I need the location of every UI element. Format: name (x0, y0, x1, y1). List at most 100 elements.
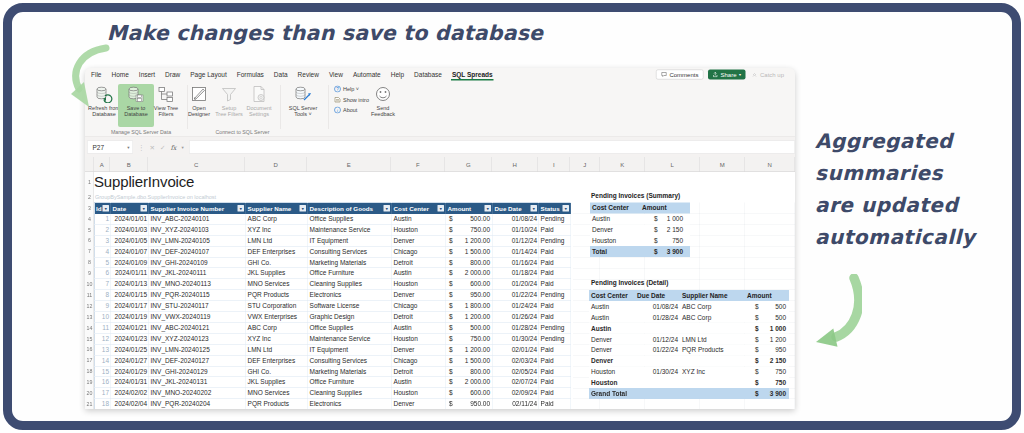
ribbon-button-help[interactable]: ?Help ˅ (334, 85, 369, 93)
column-header-N[interactable]: N (745, 157, 795, 172)
column-header-I[interactable]: I (538, 157, 570, 172)
catch-up-button[interactable]: Catch up (750, 70, 786, 80)
detail-table: Cost CenterDue DateSupplier NameAmountAu… (589, 290, 789, 399)
column-header-L[interactable]: L (645, 157, 700, 172)
ribbon-button-showintro[interactable]: Show intro (334, 96, 369, 104)
invoice-row[interactable]: 22024/01/03INV_XYZ-20240103XYZ IncMainte… (94, 224, 571, 235)
ribbon-tab-insert[interactable]: Insert (134, 68, 160, 81)
comments-button[interactable]: Comments (656, 70, 704, 80)
catch-up-icon (752, 72, 758, 78)
filter-dropdown-icon[interactable]: ▾ (438, 205, 445, 212)
row-number[interactable]: 17 (85, 355, 94, 366)
ribbon-tab-draw[interactable]: Draw (160, 68, 185, 81)
row-number[interactable]: 9 (85, 268, 94, 279)
column-header-F[interactable]: F (391, 157, 445, 172)
ribbon-button-feedback[interactable]: SendFeedback (365, 84, 401, 127)
row-number[interactable]: 10 (85, 279, 94, 290)
filter-dropdown-icon[interactable]: ▾ (103, 205, 110, 212)
row-number[interactable]: 14 (85, 322, 94, 333)
invoice-row[interactable]: 32024/01/05INV_LMN-20240105LMN LtdIT Equ… (94, 235, 571, 246)
ribbon-tab-data[interactable]: Data (269, 68, 293, 81)
invoice-row[interactable]: 152024/01/29INV_GHI-20240129GHI Co.Marke… (94, 366, 571, 377)
filter-dropdown-icon[interactable]: ▾ (563, 205, 570, 212)
filter-dropdown-icon[interactable]: ▾ (485, 205, 492, 212)
ribbon-tab-review[interactable]: Review (293, 68, 324, 81)
ribbon-tab-page-layout[interactable]: Page Layout (185, 68, 232, 81)
column-header-E[interactable]: E (307, 157, 391, 172)
invoice-row[interactable]: 92024/01/17INV_STU-20240117STU Corporati… (94, 301, 571, 312)
column-header-B[interactable]: B (110, 157, 148, 172)
ribbon-tab-view[interactable]: View (324, 68, 348, 81)
ribbon-button-about[interactable]: iAbout (334, 106, 369, 114)
invoice-row[interactable]: 72024/01/13INV_MNO-20240113MNO ServicesC… (94, 279, 571, 290)
ribbon-tab-formulas[interactable]: Formulas (232, 68, 269, 81)
row-number[interactable]: 6 (85, 235, 94, 246)
ribbon-tabs-bar: FileHomeInsertDrawPage LayoutFormulasDat… (85, 68, 795, 81)
row-number[interactable]: 8 (85, 257, 94, 268)
column-header-G[interactable]: G (445, 157, 492, 172)
ribbon-tab-database[interactable]: Database (409, 68, 447, 81)
chevron-down-icon: ▾ (739, 72, 741, 77)
invoice-row[interactable]: 82024/01/15INV_PQR-20240115PQR ProductsE… (94, 290, 571, 301)
intro-icon (334, 96, 341, 103)
row-number[interactable]: 11 (85, 290, 94, 301)
invoice-row[interactable]: 12024/01/01INV_ABC-20240101ABC CorpOffic… (94, 214, 571, 225)
invoice-row[interactable]: 142024/01/27INV_DEF-20240127DEF Enterpri… (94, 355, 571, 366)
filter-dropdown-icon[interactable]: ▾ (238, 205, 245, 212)
column-header-A[interactable]: A (94, 157, 110, 172)
row-number[interactable]: 18 (85, 366, 94, 377)
row-number[interactable]: 4 (85, 213, 94, 224)
row-number[interactable]: 13 (85, 312, 94, 323)
filter-dropdown-icon[interactable]: ▾ (300, 205, 307, 212)
column-header-K[interactable]: K (600, 157, 645, 172)
invoice-row[interactable]: 122024/01/23INV_XYZ-20240123XYZ IncMaint… (94, 333, 571, 344)
invoice-row[interactable]: 42024/01/07INV_DEF-20240107DEF Enterpris… (94, 246, 571, 257)
sheet-title: SupplierInvoice (94, 173, 194, 190)
column-header-H[interactable]: H (492, 157, 538, 172)
row-number[interactable]: 7 (85, 246, 94, 257)
row-number[interactable]: 15 (85, 333, 94, 344)
summary-col-header: Cost Center (590, 203, 640, 214)
row-number[interactable]: 1 (85, 172, 94, 192)
formula-input[interactable] (189, 141, 795, 154)
filter-dropdown-icon[interactable]: ▾ (141, 205, 148, 212)
invoice-row[interactable]: 52024/01/09INV_GHI-20240109GHI Co.Market… (94, 257, 571, 268)
ribbon-tab-automate[interactable]: Automate (348, 68, 386, 81)
doc-settings-icon (250, 85, 268, 103)
row-number[interactable]: 19 (85, 377, 94, 388)
chevron-down-icon: ▾ (181, 145, 183, 150)
invoice-row[interactable]: 132024/01/25INV_LMN-20240125LMN LtdIT Eq… (94, 344, 571, 355)
ribbon-tab-help[interactable]: Help (386, 68, 409, 81)
ribbon-button-docsettings[interactable]: DocumentSettings (241, 84, 277, 127)
column-header-C[interactable]: C (148, 157, 245, 172)
ribbon-tab-sql-spreads[interactable]: SQL Spreads (447, 68, 498, 81)
row-number[interactable]: 21 (85, 399, 94, 409)
filter-dropdown-icon[interactable]: ▾ (531, 205, 538, 212)
column-header-D[interactable]: D (245, 157, 307, 172)
insert-function-icon[interactable]: fx (170, 143, 176, 151)
invoice-row[interactable]: 182024/02/04INV_PQR-20240204PQR Products… (94, 399, 571, 409)
invoice-row[interactable]: 102024/01/19INV_VWX-20240119VWX Enterpri… (94, 312, 571, 323)
filter-dropdown-icon[interactable]: ▾ (384, 205, 391, 212)
row-number[interactable]: 3 (85, 203, 94, 214)
invoice-row[interactable]: 162024/01/31INV_JKL-20240131JKL Supplies… (94, 377, 571, 388)
column-header-M[interactable]: M (700, 157, 745, 172)
share-button[interactable]: Share ▾ (708, 70, 746, 80)
row-number[interactable]: 16 (85, 344, 94, 355)
name-box[interactable]: P27 ▾ (87, 141, 133, 154)
ribbon-button-viewtree[interactable]: View TreeFilters (148, 84, 184, 127)
row-number[interactable]: 12 (85, 301, 94, 312)
ribbon-button-sqltools[interactable]: SQL ServerTools ˅ (285, 84, 321, 127)
enter-icon[interactable]: ✓ (160, 143, 165, 151)
row-number[interactable]: 5 (85, 224, 94, 235)
framed-panel: Make changes than save to database Aggre… (3, 3, 1021, 430)
column-header-J[interactable]: J (570, 157, 600, 172)
select-all-corner[interactable] (85, 157, 94, 172)
invoice-row[interactable]: 112024/01/21INV_ABC-20240121ABC CorpOffi… (94, 322, 571, 333)
cancel-icon[interactable]: ✕ (150, 143, 155, 151)
row-number[interactable]: 2 (85, 192, 94, 203)
invoice-row[interactable]: 172024/02/02INV_MNO-20240202MNO Services… (94, 388, 571, 399)
row-number[interactable]: 20 (85, 388, 94, 399)
invoice-row[interactable]: 62024/01/11INV_JKL-20240111JKL SuppliesO… (94, 268, 571, 279)
ribbon-group-separator (328, 85, 329, 129)
